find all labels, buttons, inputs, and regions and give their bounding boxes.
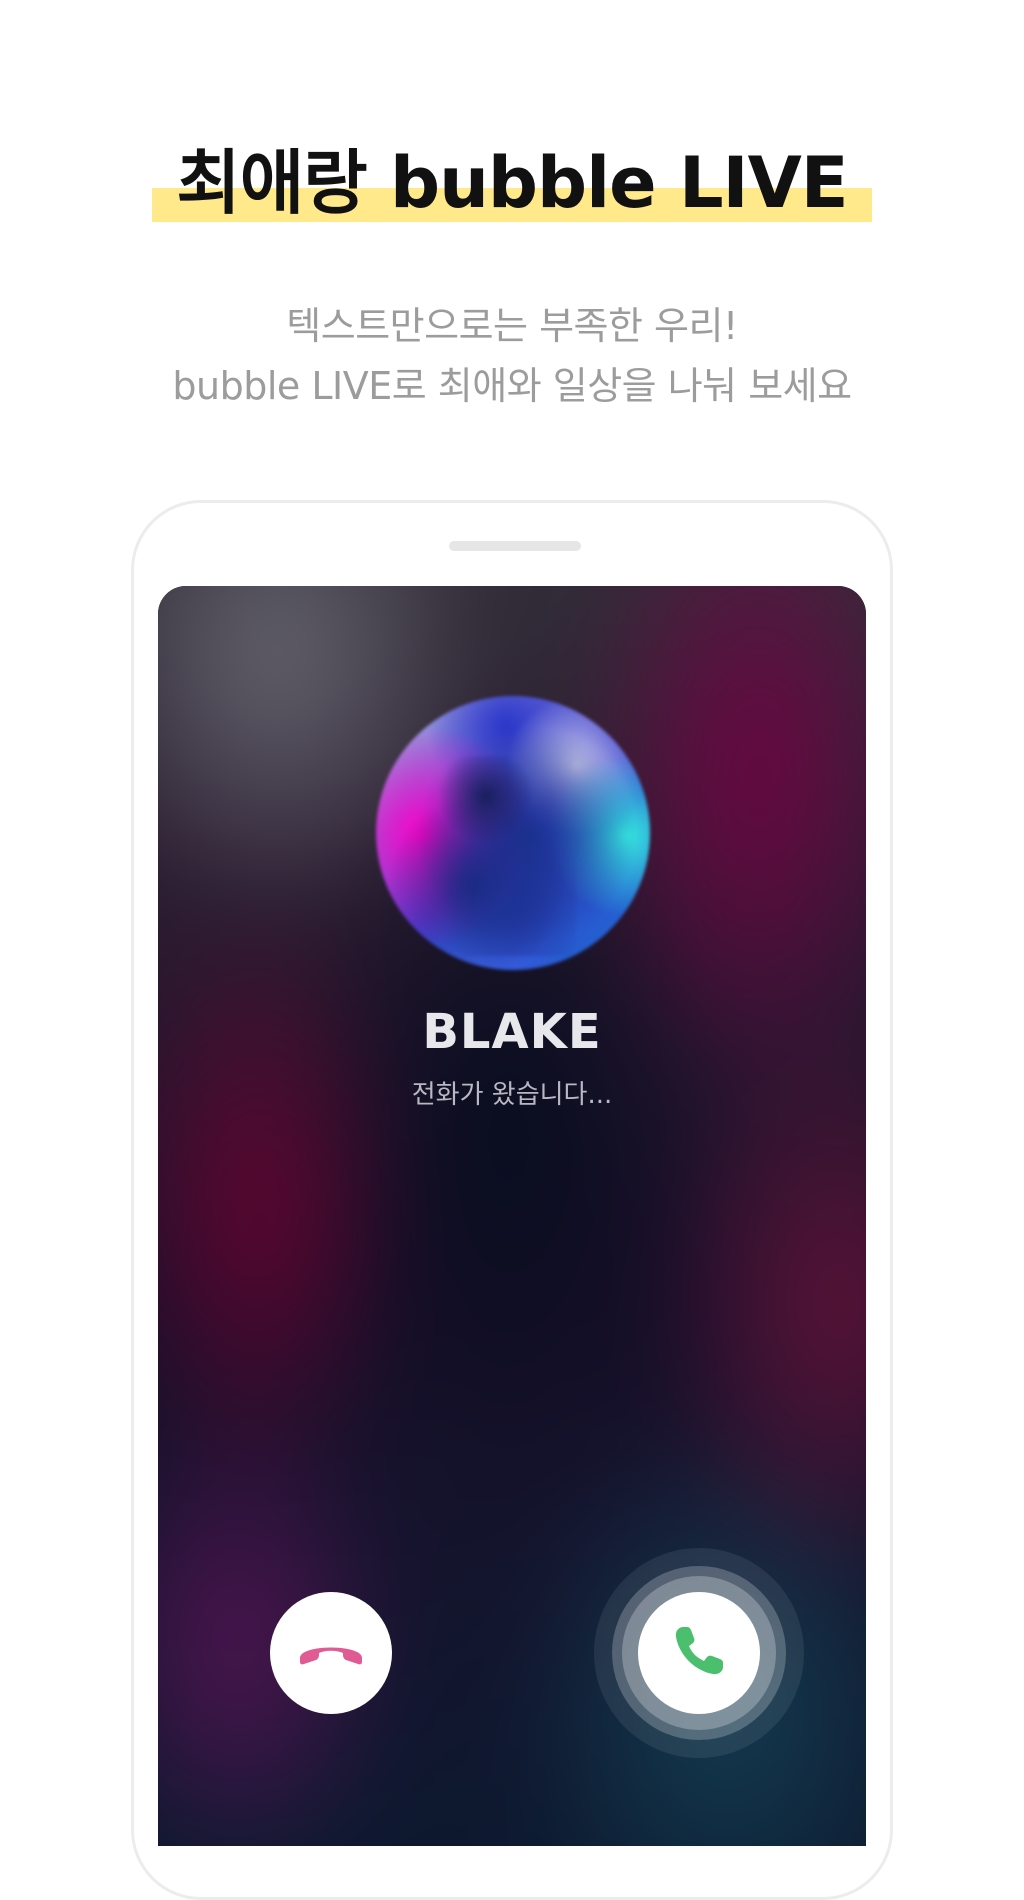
incoming-call-screen: BLAKE 전화가 왔습니다...: [158, 586, 866, 1846]
decline-call-button[interactable]: [270, 1592, 392, 1714]
accept-pulse-ring: [594, 1548, 804, 1758]
accept-call-button[interactable]: [638, 1592, 760, 1714]
headline-container: 최애랑 bubble LIVE: [0, 140, 1024, 226]
page-subtitle: 텍스트만으로는 부족한 우리! bubble LIVE로 최애와 일상을 나눠 …: [0, 296, 1024, 416]
phone-hangup-icon: [296, 1636, 366, 1670]
subtitle-line-1: 텍스트만으로는 부족한 우리!: [286, 304, 738, 348]
page-title-text: 최애랑 bubble LIVE: [176, 142, 848, 224]
caller-name: BLAKE: [422, 1004, 602, 1060]
phone-icon: [669, 1621, 729, 1685]
caller-avatar: [376, 696, 650, 970]
avatar-figure: [436, 756, 576, 956]
phone-speaker: [449, 541, 581, 551]
subtitle-line-2: bubble LIVE로 최애와 일상을 나눠 보세요: [172, 364, 852, 408]
page-title: 최애랑 bubble LIVE: [152, 140, 872, 226]
call-status: 전화가 왔습니다...: [411, 1080, 613, 1110]
